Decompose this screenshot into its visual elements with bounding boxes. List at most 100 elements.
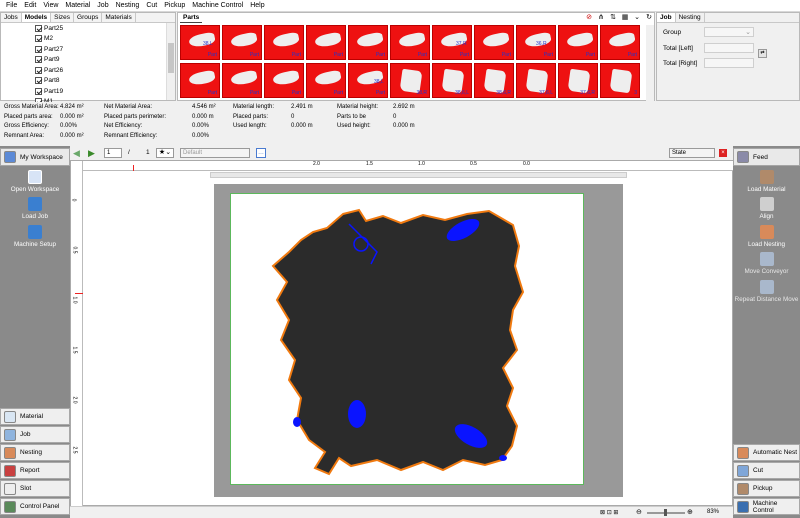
menu-file[interactable]: File [6, 2, 17, 9]
tab-models[interactable]: Models [21, 13, 52, 22]
part-tile[interactable]: Part [222, 63, 262, 98]
part-tile[interactable]: 37,6,R [558, 63, 598, 98]
move-conveyor-button[interactable]: Move Conveyor [733, 252, 800, 275]
preset-select[interactable]: Default [180, 148, 250, 158]
zoom-out-icon[interactable]: ⊖ [636, 508, 642, 516]
menu-help[interactable]: Help [250, 2, 264, 9]
sort-icon[interactable]: ⇅ [609, 14, 617, 22]
zoom-slider-thumb[interactable] [664, 509, 667, 516]
part-tile[interactable]: Part [180, 25, 220, 60]
part-tile[interactable]: Part [474, 25, 514, 60]
load-job-button[interactable]: Load Job [0, 197, 70, 220]
page-input[interactable]: 1 [104, 148, 122, 158]
checkbox[interactable] [35, 56, 42, 64]
fit-icon[interactable]: ⊠ ⊡ ⊞ [600, 509, 618, 516]
menu-job[interactable]: Job [97, 2, 108, 9]
part-tile[interactable]: Part [348, 25, 388, 60]
material-button[interactable]: Material [0, 408, 70, 425]
filter-icon[interactable]: ⋔ [597, 14, 605, 22]
job-button[interactable]: Job [0, 426, 70, 443]
nesting-canvas[interactable]: 2.0 1.5 1.0 0.5 0.0 0 0.5 1.0 1.5 2.0 2.… [70, 160, 734, 507]
tab-sizes[interactable]: Sizes [51, 13, 75, 22]
tab-job[interactable]: Job [657, 13, 676, 22]
part-tile[interactable]: Part [558, 25, 598, 60]
state-select[interactable]: State [669, 148, 715, 158]
tree-item[interactable]: Part26 [1, 65, 175, 76]
parts-scrollbar[interactable] [646, 25, 654, 101]
tree-scrollbar[interactable] [166, 23, 175, 100]
parts-tab[interactable]: Parts [180, 13, 203, 23]
part-tile[interactable]: Part [306, 63, 346, 98]
checkbox[interactable] [35, 66, 42, 74]
link-icon[interactable]: ⇄ [758, 49, 767, 58]
close-icon[interactable]: × [719, 149, 727, 157]
automatic-nest-button[interactable]: Automatic Nest [733, 444, 800, 461]
horizontal-scroll-track[interactable] [210, 172, 627, 178]
tree-item[interactable]: Part8 [1, 76, 175, 87]
part-tile[interactable]: Part [222, 25, 262, 60]
zoom-in-icon[interactable]: ⊕ [687, 508, 693, 516]
tree-item[interactable]: Part27 [1, 44, 175, 55]
machine-control-button[interactable]: Machine Control [733, 498, 800, 515]
cut-button[interactable]: Cut [733, 462, 800, 479]
menu-cut[interactable]: Cut [146, 2, 157, 9]
tree-item[interactable]: Part9 [1, 55, 175, 66]
checkbox[interactable] [35, 87, 42, 95]
control-panel-button[interactable]: Control Panel [0, 498, 70, 515]
checkbox[interactable] [35, 45, 42, 53]
scroll-thumb[interactable] [168, 43, 174, 73]
nesting-button[interactable]: Nesting [0, 444, 70, 461]
pickup-icon [737, 482, 749, 495]
part-tile[interactable]: 38,6,R [474, 63, 514, 98]
slot-button[interactable]: Slot [0, 480, 70, 497]
report-button[interactable]: Report [0, 462, 70, 479]
machine-setup-button[interactable]: Machine Setup [0, 225, 70, 248]
load-material-button[interactable]: Load Material [733, 170, 800, 193]
part-tile[interactable]: Part [264, 63, 304, 98]
part-tile[interactable]: Part [390, 25, 430, 60]
checkbox[interactable] [35, 35, 42, 43]
part-tile[interactable]: 3 [600, 63, 640, 98]
refresh-icon[interactable]: ↻ [645, 14, 653, 22]
group-select[interactable]: ⌄ [704, 27, 754, 37]
pickup-button[interactable]: Pickup [733, 480, 800, 497]
repeat-distance-move-button[interactable]: Repeat Distance Move [733, 280, 800, 303]
open-workspace-button[interactable]: Open Workspace [0, 170, 70, 193]
total-right-field[interactable] [704, 58, 754, 68]
tab-jobs[interactable]: Jobs [1, 13, 22, 22]
part-tile[interactable]: Part [180, 63, 220, 98]
my-workspace-header[interactable]: My Workspace [0, 148, 70, 166]
checkbox[interactable] [35, 24, 42, 32]
menu-nesting[interactable]: Nesting [116, 2, 140, 9]
part-tile[interactable]: 38,6,L [432, 63, 472, 98]
align-button[interactable]: Align [733, 197, 800, 220]
part-tile[interactable]: 37,6,L [516, 63, 556, 98]
part-tile[interactable]: Part [306, 25, 346, 60]
load-nesting-button[interactable]: Load Nesting [733, 225, 800, 248]
no-entry-icon[interactable]: ⊘ [585, 14, 593, 22]
tab-groups[interactable]: Groups [74, 13, 103, 22]
menu-machine-control[interactable]: Machine Control [192, 2, 243, 9]
tab-nesting[interactable]: Nesting [676, 13, 705, 22]
part-tile[interactable]: Part [600, 25, 640, 60]
total-left-field[interactable] [704, 43, 754, 53]
menu-view[interactable]: View [43, 2, 58, 9]
tree-item[interactable]: Part19 [1, 86, 175, 97]
tree-item[interactable]: Part25 [1, 23, 175, 34]
menu-pickup[interactable]: Pickup [164, 2, 185, 9]
feed-header[interactable]: Feed [733, 148, 800, 166]
star-icon[interactable]: ★⌄ [156, 148, 174, 158]
tree-item[interactable]: M2 [1, 34, 175, 45]
chevron-down-icon[interactable]: ⌄ [633, 14, 641, 22]
part-tile[interactable]: Part [264, 25, 304, 60]
forward-arrow-icon[interactable]: ▶ [88, 149, 97, 158]
back-arrow-icon[interactable]: ◀ [73, 149, 82, 158]
part-tile[interactable]: 38,R [390, 63, 430, 98]
more-options-icon[interactable]: … [256, 148, 266, 158]
view-grid-icon[interactable]: ▦ [621, 14, 629, 22]
checkbox[interactable] [35, 77, 42, 85]
menu-edit[interactable]: Edit [24, 2, 36, 9]
tab-materials[interactable]: Materials [102, 13, 136, 22]
horizontal-ruler: 2.0 1.5 1.0 0.5 0.0 [83, 161, 734, 171]
menu-material[interactable]: Material [65, 2, 90, 9]
